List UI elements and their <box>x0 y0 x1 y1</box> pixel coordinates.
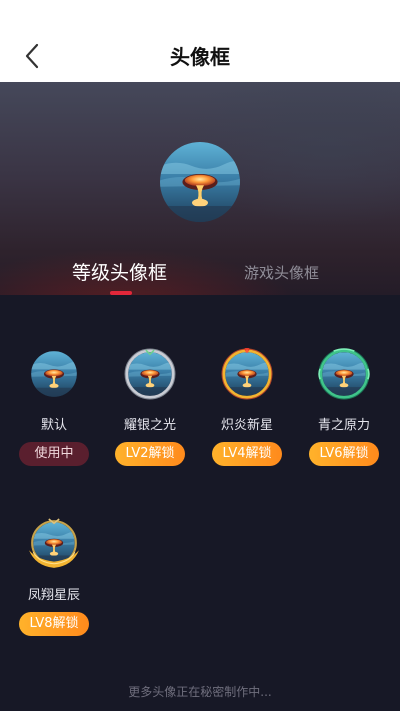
frame-name: 青之原力 <box>317 418 370 433</box>
avatar-frame-flame[interactable] <box>221 348 273 400</box>
frame-name: 炽炎新星 <box>220 418 273 433</box>
current-avatar <box>160 142 240 222</box>
tab-game-frames[interactable]: 游戏头像框 <box>244 262 319 283</box>
in-use-badge: 使用中 <box>19 442 89 466</box>
frame-name: 凤翔星辰 <box>27 588 80 603</box>
frame-item-default: 默认 使用中 <box>8 348 98 488</box>
page-title: 头像框 <box>170 45 230 69</box>
frame-item-flame: 炽炎新星 LV4解锁 <box>201 348 291 488</box>
frame-item-jade: 青之原力 LV6解锁 <box>298 348 388 488</box>
frame-item-silver: 耀银之光 LV2解锁 <box>104 348 194 488</box>
unlock-badge[interactable]: LV4解锁 <box>212 442 282 466</box>
footer-note: 更多头像正在秘密制作中... <box>128 685 272 699</box>
nav-bar: 头像框 <box>0 0 400 82</box>
avatar-frame-default[interactable] <box>28 348 80 400</box>
tab-level-frames[interactable]: 等级头像框 <box>72 258 167 285</box>
avatar-frame-phoenix[interactable] <box>28 518 80 570</box>
avatar-frame-silver[interactable] <box>124 348 176 400</box>
unlock-badge[interactable]: LV8解锁 <box>19 612 89 636</box>
unlock-badge[interactable]: LV6解锁 <box>309 442 379 466</box>
frame-item-phoenix: 凤翔星辰 LV8解锁 <box>8 518 98 658</box>
frame-name: 耀银之光 <box>123 418 176 433</box>
unlock-badge[interactable]: LV2解锁 <box>115 442 185 466</box>
active-tab-indicator <box>110 291 132 295</box>
hero-banner: 等级头像框 游戏头像框 <box>0 82 400 295</box>
avatar-frame-jade[interactable] <box>318 348 370 400</box>
frame-name: 默认 <box>40 418 67 433</box>
